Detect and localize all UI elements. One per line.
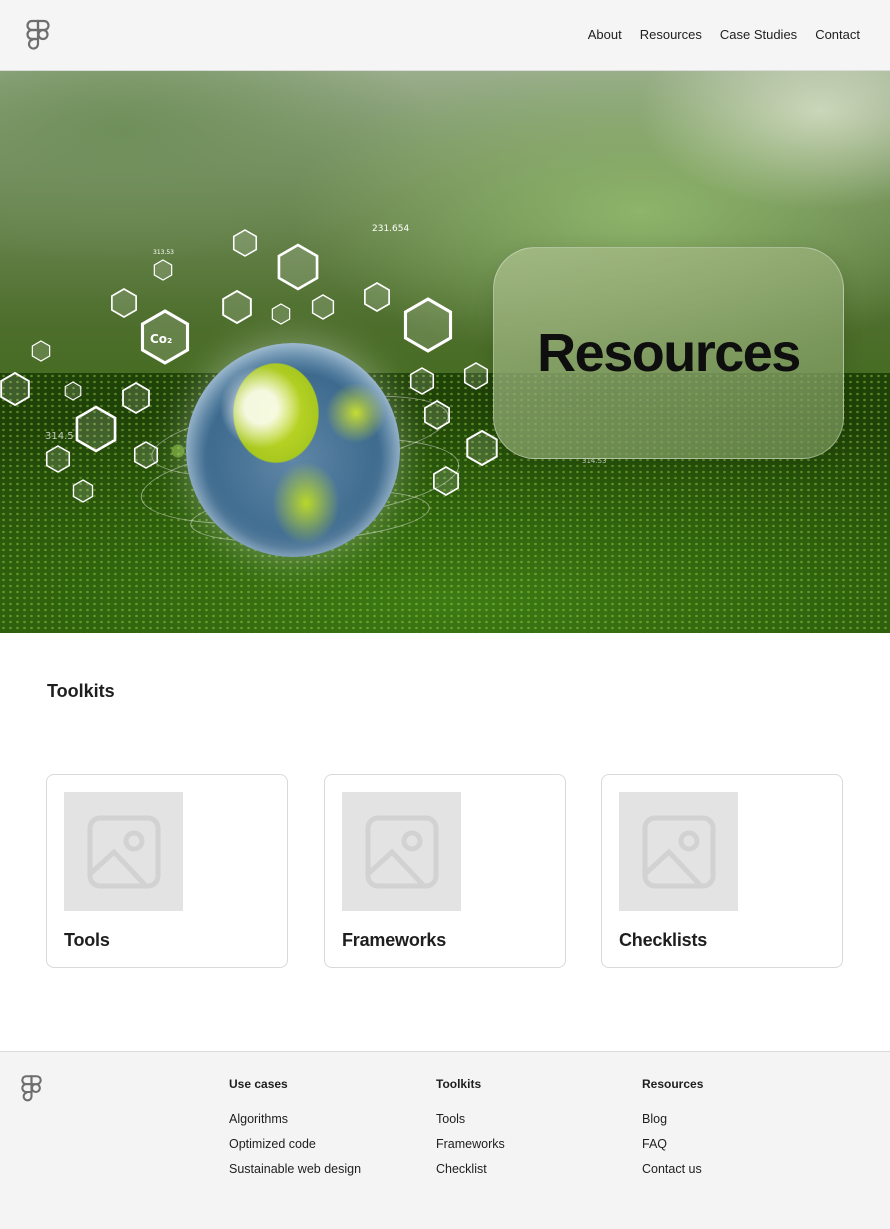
page-title: Resources (537, 323, 801, 383)
nav-contact-link[interactable]: Contact (815, 26, 860, 44)
main-nav: About Resources Case Studies Contact (588, 26, 860, 44)
figma-logo-icon[interactable] (26, 19, 50, 51)
co2-label: Co₂ (150, 332, 172, 346)
overlay-number: 313.53 (153, 249, 174, 256)
toolkits-heading: Toolkits (47, 681, 115, 701)
footer-link-faq[interactable]: FAQ (642, 1136, 703, 1152)
footer-link-blog[interactable]: Blog (642, 1111, 703, 1127)
site-footer: Use cases Algorithms Optimized code Sust… (0, 1051, 890, 1229)
card-label: Tools (64, 930, 110, 950)
toolkit-card-checklists[interactable]: Checklists (601, 774, 843, 968)
card-label: Frameworks (342, 930, 447, 950)
footer-link-algorithms[interactable]: Algorithms (229, 1111, 361, 1127)
image-placeholder-icon (64, 792, 183, 911)
hero-banner: 231.654 313.53 314.5 314.53 Co₂ Resource… (0, 71, 890, 633)
footer-column-heading: Use cases (229, 1077, 288, 1091)
toolkit-card-frameworks[interactable]: Frameworks (324, 774, 566, 968)
footer-link-contact-us[interactable]: Contact us (642, 1161, 703, 1177)
card-label: Checklists (619, 930, 708, 950)
footer-link-sustainable-web-design[interactable]: Sustainable web design (229, 1161, 361, 1177)
overlay-number: 314.5 (45, 431, 74, 442)
nav-about-link[interactable]: About (588, 26, 622, 44)
figma-logo-icon[interactable] (21, 1074, 42, 1103)
footer-column-use-cases: Use cases Algorithms Optimized code Sust… (229, 1077, 361, 1186)
hero-title-card: Resources (493, 247, 844, 459)
image-placeholder-icon (342, 792, 461, 911)
footer-column-resources: Resources Blog FAQ Contact us (642, 1077, 703, 1186)
footer-link-optimized-code[interactable]: Optimized code (229, 1136, 361, 1152)
toolkit-card-tools[interactable]: Tools (46, 774, 288, 968)
footer-column-heading: Resources (642, 1077, 704, 1091)
footer-column-heading: Toolkits (436, 1077, 482, 1091)
footer-column-toolkits: Toolkits Tools Frameworks Checklist (436, 1077, 505, 1186)
nav-case-studies-link[interactable]: Case Studies (720, 26, 797, 44)
overlay-number: 231.654 (372, 224, 409, 234)
footer-link-tools[interactable]: Tools (436, 1111, 505, 1127)
image-placeholder-icon (619, 792, 738, 911)
site-header: About Resources Case Studies Contact (0, 0, 890, 71)
nav-resources-link[interactable]: Resources (640, 26, 702, 44)
footer-link-checklist[interactable]: Checklist (436, 1161, 505, 1177)
footer-link-frameworks[interactable]: Frameworks (436, 1136, 505, 1152)
